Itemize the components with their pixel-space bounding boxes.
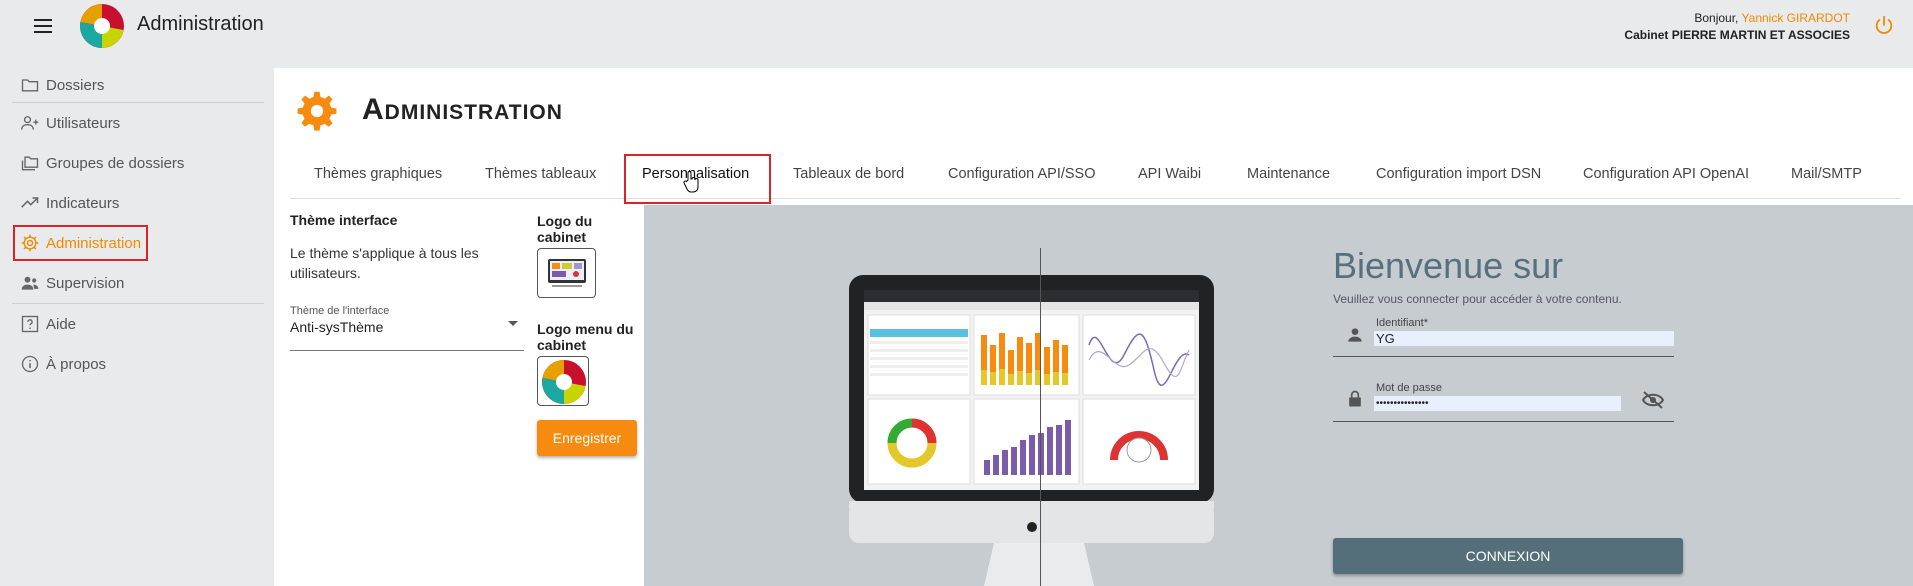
gear-icon: [297, 91, 337, 131]
sidebar-item-label: Administration: [46, 234, 142, 252]
tab-tableaux-de-bord[interactable]: Tableaux de bord: [793, 152, 904, 198]
tab-configuration-import-dsn[interactable]: Configuration import DSN: [1376, 152, 1541, 198]
tab-themes-tableaux[interactable]: Thèmes tableaux: [485, 152, 596, 198]
welcome-title: Bienvenue sur: [1333, 245, 1564, 286]
gear-icon: [21, 234, 39, 252]
monitor-illustration: [849, 275, 1214, 586]
dropdown-arrow-icon: [508, 321, 518, 326]
password-underline: [1333, 421, 1674, 422]
hand-cursor-icon: [683, 171, 699, 193]
user-name[interactable]: Yannick GIRARDOT: [1742, 11, 1850, 25]
folder-icon: [21, 79, 39, 92]
theme-select[interactable]: Anti-sysThème: [290, 319, 524, 351]
menu-logo-image: [542, 360, 586, 404]
sidebar-item-groupes[interactable]: Groupes de dossiers: [0, 143, 264, 183]
trending-up-icon: [21, 197, 39, 208]
menu-logo-upload[interactable]: [537, 356, 589, 406]
tab-configuration-api-openai[interactable]: Configuration API OpenAI: [1583, 152, 1749, 198]
sidebar-item-supervision[interactable]: Supervision: [0, 263, 264, 303]
identifier-input[interactable]: YG: [1374, 331, 1674, 346]
app-title: Administration: [137, 13, 264, 35]
add-user-icon: [21, 116, 39, 130]
eye-off-icon[interactable]: [1641, 390, 1665, 410]
sidebar-item-label: Utilisateurs: [46, 114, 121, 132]
greeting-text: Bonjour,: [1694, 11, 1739, 25]
theme-description: Le thème s'applique à tous les utilisate…: [290, 245, 479, 281]
help-icon: [21, 315, 39, 333]
sidebar-item-label: Dossiers: [46, 76, 105, 94]
tab-bar: Thèmes graphiques Thèmes tableaux Person…: [290, 152, 1900, 199]
save-button[interactable]: Enregistrer: [537, 420, 637, 456]
preview-divider: [1040, 248, 1041, 586]
sidebar-item-apropos[interactable]: À propos: [0, 344, 264, 384]
cabinet-logo-image: [548, 259, 586, 287]
sidebar-item-utilisateurs[interactable]: Utilisateurs: [0, 103, 264, 143]
firm-name: Cabinet PIERRE MARTIN ET ASSOCIES: [1624, 28, 1850, 42]
theme-section-title: Thème interface: [290, 212, 398, 228]
cabinet-logo-label: Logo du cabinet: [537, 213, 593, 245]
theme-field-label: Thème de l'interface: [290, 305, 390, 317]
sidebar-item-indicateurs[interactable]: Indicateurs: [0, 183, 264, 223]
sidebar-item-aide[interactable]: Aide: [0, 304, 264, 344]
sidebar: Dossiers Utilisateurs Groupes de dossier…: [0, 68, 264, 384]
password-input[interactable]: •••••••••••••••: [1374, 396, 1621, 411]
sidebar-item-label: Groupes de dossiers: [46, 154, 185, 172]
supervisor-icon: [21, 276, 39, 290]
identifier-underline: [1333, 356, 1674, 357]
power-icon[interactable]: [1873, 14, 1895, 36]
theme-select-value: Anti-sysThème: [290, 319, 384, 335]
folders-icon: [21, 156, 39, 171]
connect-button[interactable]: CONNEXION: [1333, 538, 1683, 574]
sidebar-item-label: Indicateurs: [46, 194, 120, 212]
person-icon: [1348, 328, 1362, 342]
cabinet-logo-upload[interactable]: [537, 248, 596, 298]
user-greeting: Bonjour, Yannick GIRARDOT Cabinet PIERRE…: [1624, 10, 1850, 44]
menu-icon[interactable]: [30, 15, 56, 35]
tab-configuration-api-sso[interactable]: Configuration API/SSO: [948, 152, 1096, 198]
login-preview: Bienvenue sur Veuillez vous connecter po…: [644, 205, 1913, 586]
sidebar-item-administration[interactable]: Administration: [0, 223, 264, 263]
sidebar-item-label: À propos: [46, 355, 107, 373]
sidebar-item-dossiers[interactable]: Dossiers: [0, 68, 264, 102]
page-title: Administration: [362, 93, 563, 126]
app-logo: [80, 4, 124, 48]
menu-logo-label: Logo menu du cabinet: [537, 321, 634, 353]
tab-api-waibi[interactable]: API Waibi: [1138, 152, 1201, 198]
welcome-subtitle: Veuillez vous connecter pour accéder à v…: [1333, 292, 1622, 306]
lock-icon: [1349, 390, 1361, 407]
sidebar-item-label: Aide: [46, 315, 77, 333]
sidebar-item-label: Supervision: [46, 274, 125, 292]
tab-themes-graphiques[interactable]: Thèmes graphiques: [314, 152, 442, 198]
info-icon: [21, 355, 39, 373]
tab-maintenance[interactable]: Maintenance: [1247, 152, 1330, 198]
password-label: Mot de passe: [1376, 382, 1443, 394]
identifier-label: Identifiant*: [1376, 317, 1428, 329]
tab-mail-smtp[interactable]: Mail/SMTP: [1791, 152, 1862, 198]
